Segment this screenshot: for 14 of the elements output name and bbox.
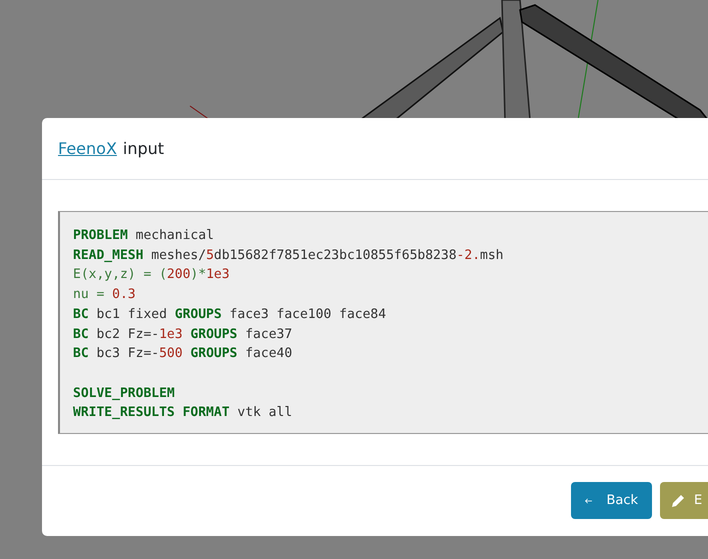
code-line: BC bc2 Fz=-1e3 GROUPS face37 bbox=[73, 326, 294, 344]
code-line: nu = 0.3 bbox=[73, 286, 137, 304]
code-line: E(x,y,z) = (200)*1e3 bbox=[73, 266, 231, 284]
code-line: READ_MESH meshes/5db15682f7851ec23bc10855f65b8238-2.msh bbox=[73, 246, 505, 265]
code-line: BC bc1 fixed GROUPS face3 face100 face84 bbox=[73, 306, 388, 324]
code-line: SOLVE_PROBLEM bbox=[73, 384, 176, 403]
pencil-icon bbox=[671, 493, 686, 508]
code-line: PROBLEM mechanical bbox=[73, 227, 215, 245]
edit-button[interactable]: E bbox=[660, 482, 708, 520]
dialog-title: input bbox=[122, 139, 164, 158]
code-line: WRITE_RESULTS FORMAT vtk all bbox=[73, 404, 294, 422]
back-button[interactable]: Back bbox=[571, 482, 652, 520]
code-line: BC bc3 Fz=-500 GROUPS face40 bbox=[73, 345, 294, 364]
feenox-link[interactable]: FeenoX bbox=[58, 139, 117, 158]
